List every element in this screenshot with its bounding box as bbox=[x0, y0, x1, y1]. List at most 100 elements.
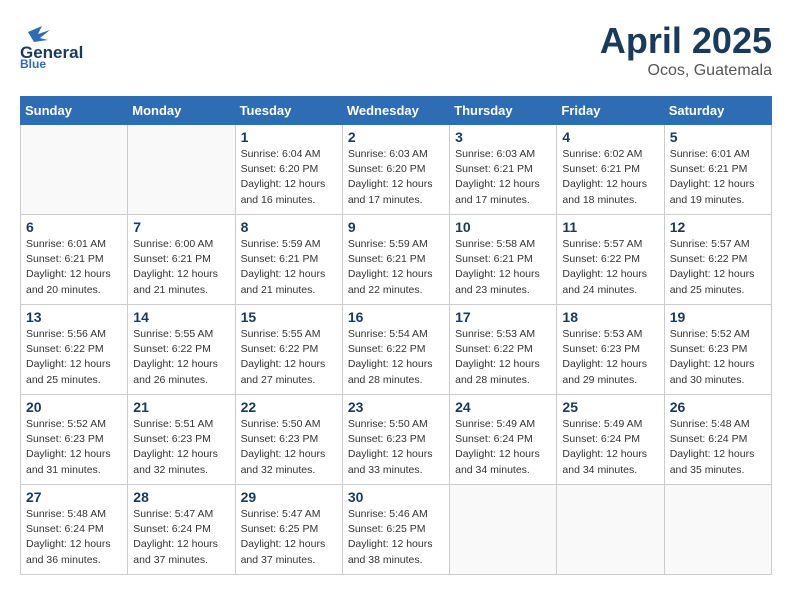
day-number: 15 bbox=[241, 309, 337, 325]
day-number: 12 bbox=[670, 219, 766, 235]
day-info: Sunrise: 5:48 AMSunset: 6:24 PMDaylight:… bbox=[670, 417, 766, 478]
calendar-cell: 24 Sunrise: 5:49 AMSunset: 6:24 PMDayligh… bbox=[450, 395, 557, 485]
day-number: 5 bbox=[670, 129, 766, 145]
title-block: April 2025 Ocos, Guatemala bbox=[600, 20, 772, 80]
day-info: Sunrise: 6:04 AMSunset: 6:20 PMDaylight:… bbox=[241, 147, 337, 208]
day-number: 21 bbox=[133, 399, 229, 415]
day-info: Sunrise: 6:03 AMSunset: 6:20 PMDaylight:… bbox=[348, 147, 444, 208]
day-info: Sunrise: 5:53 AMSunset: 6:23 PMDaylight:… bbox=[562, 327, 658, 388]
day-number: 8 bbox=[241, 219, 337, 235]
calendar-cell bbox=[664, 485, 771, 575]
calendar-cell: 23Sunrise: 5:50 AMSunset: 6:23 PMDayligh… bbox=[342, 395, 449, 485]
page-header: General Blue April 2025 Ocos, Guatemala bbox=[20, 20, 772, 80]
calendar-cell: 16Sunrise: 5:54 AMSunset: 6:22 PMDayligh… bbox=[342, 305, 449, 395]
day-number: 17 bbox=[455, 309, 551, 325]
day-number: 7 bbox=[133, 219, 229, 235]
day-number: 26 bbox=[670, 399, 766, 415]
calendar-header-thursday: Thursday bbox=[450, 97, 557, 125]
calendar-cell: 25 Sunrise: 5:49 AMSunset: 6:24 PMDayligh… bbox=[557, 395, 664, 485]
logo: General Blue bbox=[20, 20, 130, 73]
month-title: April 2025 bbox=[600, 20, 772, 62]
calendar-cell: 27 Sunrise: 5:48 AMSunset: 6:24 PMDayligh… bbox=[21, 485, 128, 575]
day-info: Sunrise: 5:53 AMSunset: 6:22 PMDaylight:… bbox=[455, 327, 551, 388]
calendar-cell: 7 Sunrise: 6:00 AMSunset: 6:21 PMDaylight… bbox=[128, 215, 235, 305]
calendar-cell bbox=[450, 485, 557, 575]
day-number: 16 bbox=[348, 309, 444, 325]
day-info: Sunrise: 6:01 AMSunset: 6:21 PMDaylight:… bbox=[670, 147, 766, 208]
logo-general-text: General Blue bbox=[20, 20, 130, 73]
day-info: Sunrise: 5:57 AMSunset: 6:22 PMDaylight:… bbox=[670, 237, 766, 298]
day-number: 2 bbox=[348, 129, 444, 145]
day-info: Sunrise: 5:49 AMSunset: 6:24 PMDaylight:… bbox=[562, 417, 658, 478]
day-info: Sunrise: 5:49 AMSunset: 6:24 PMDaylight:… bbox=[455, 417, 551, 478]
calendar-week-2: 6 Sunrise: 6:01 AMSunset: 6:21 PMDaylight… bbox=[21, 215, 772, 305]
calendar-cell: 6 Sunrise: 6:01 AMSunset: 6:21 PMDaylight… bbox=[21, 215, 128, 305]
day-number: 22 bbox=[241, 399, 337, 415]
day-number: 4 bbox=[562, 129, 658, 145]
svg-text:Blue: Blue bbox=[20, 57, 46, 68]
calendar-header-row: SundayMondayTuesdayWednesdayThursdayFrid… bbox=[21, 97, 772, 125]
day-info: Sunrise: 5:58 AMSunset: 6:21 PMDaylight:… bbox=[455, 237, 551, 298]
calendar-cell: 12 Sunrise: 5:57 AMSunset: 6:22 PMDayligh… bbox=[664, 215, 771, 305]
day-number: 23 bbox=[348, 399, 444, 415]
day-info: Sunrise: 5:56 AMSunset: 6:22 PMDaylight:… bbox=[26, 327, 122, 388]
day-number: 13 bbox=[26, 309, 122, 325]
calendar-cell: 21Sunrise: 5:51 AMSunset: 6:23 PMDayligh… bbox=[128, 395, 235, 485]
day-info: Sunrise: 6:01 AMSunset: 6:21 PMDaylight:… bbox=[26, 237, 122, 298]
day-number: 28 bbox=[133, 489, 229, 505]
day-info: Sunrise: 5:50 AMSunset: 6:23 PMDaylight:… bbox=[241, 417, 337, 478]
day-number: 1 bbox=[241, 129, 337, 145]
location: Ocos, Guatemala bbox=[600, 62, 772, 80]
day-number: 14 bbox=[133, 309, 229, 325]
day-info: Sunrise: 5:46 AMSunset: 6:25 PMDaylight:… bbox=[348, 507, 444, 568]
day-info: Sunrise: 5:47 AMSunset: 6:25 PMDaylight:… bbox=[241, 507, 337, 568]
calendar-cell: 22 Sunrise: 5:50 AMSunset: 6:23 PMDayligh… bbox=[235, 395, 342, 485]
calendar-week-4: 20Sunrise: 5:52 AMSunset: 6:23 PMDayligh… bbox=[21, 395, 772, 485]
calendar-cell bbox=[128, 125, 235, 215]
calendar-header-wednesday: Wednesday bbox=[342, 97, 449, 125]
day-number: 30 bbox=[348, 489, 444, 505]
calendar-cell: 1 Sunrise: 6:04 AMSunset: 6:20 PMDaylight… bbox=[235, 125, 342, 215]
calendar-header-tuesday: Tuesday bbox=[235, 97, 342, 125]
day-number: 20 bbox=[26, 399, 122, 415]
calendar-table: SundayMondayTuesdayWednesdayThursdayFrid… bbox=[20, 96, 772, 575]
day-info: Sunrise: 5:55 AMSunset: 6:22 PMDaylight:… bbox=[133, 327, 229, 388]
calendar-cell: 17 Sunrise: 5:53 AMSunset: 6:22 PMDayligh… bbox=[450, 305, 557, 395]
day-info: Sunrise: 6:00 AMSunset: 6:21 PMDaylight:… bbox=[133, 237, 229, 298]
calendar-cell: 14 Sunrise: 5:55 AMSunset: 6:22 PMDayligh… bbox=[128, 305, 235, 395]
day-number: 24 bbox=[455, 399, 551, 415]
calendar-cell: 13 Sunrise: 5:56 AMSunset: 6:22 PMDayligh… bbox=[21, 305, 128, 395]
calendar-cell: 9 Sunrise: 5:59 AMSunset: 6:21 PMDaylight… bbox=[342, 215, 449, 305]
calendar-header-sunday: Sunday bbox=[21, 97, 128, 125]
day-number: 25 bbox=[562, 399, 658, 415]
day-info: Sunrise: 5:48 AMSunset: 6:24 PMDaylight:… bbox=[26, 507, 122, 568]
calendar-cell: 10 Sunrise: 5:58 AMSunset: 6:21 PMDayligh… bbox=[450, 215, 557, 305]
day-number: 19 bbox=[670, 309, 766, 325]
calendar-cell: 4Sunrise: 6:02 AMSunset: 6:21 PMDaylight… bbox=[557, 125, 664, 215]
calendar-body: 1 Sunrise: 6:04 AMSunset: 6:20 PMDaylight… bbox=[21, 125, 772, 575]
calendar-cell: 11 Sunrise: 5:57 AMSunset: 6:22 PMDayligh… bbox=[557, 215, 664, 305]
calendar-cell: 29 Sunrise: 5:47 AMSunset: 6:25 PMDayligh… bbox=[235, 485, 342, 575]
day-info: Sunrise: 5:59 AMSunset: 6:21 PMDaylight:… bbox=[348, 237, 444, 298]
calendar-cell: 5 Sunrise: 6:01 AMSunset: 6:21 PMDaylight… bbox=[664, 125, 771, 215]
calendar-cell: 3Sunrise: 6:03 AMSunset: 6:21 PMDaylight… bbox=[450, 125, 557, 215]
day-info: Sunrise: 5:57 AMSunset: 6:22 PMDaylight:… bbox=[562, 237, 658, 298]
day-number: 6 bbox=[26, 219, 122, 235]
day-number: 11 bbox=[562, 219, 658, 235]
calendar-cell: 30 Sunrise: 5:46 AMSunset: 6:25 PMDayligh… bbox=[342, 485, 449, 575]
day-number: 29 bbox=[241, 489, 337, 505]
calendar-cell bbox=[21, 125, 128, 215]
day-number: 10 bbox=[455, 219, 551, 235]
calendar-cell: 26 Sunrise: 5:48 AMSunset: 6:24 PMDayligh… bbox=[664, 395, 771, 485]
calendar-header-saturday: Saturday bbox=[664, 97, 771, 125]
day-info: Sunrise: 5:59 AMSunset: 6:21 PMDaylight:… bbox=[241, 237, 337, 298]
calendar-week-5: 27 Sunrise: 5:48 AMSunset: 6:24 PMDayligh… bbox=[21, 485, 772, 575]
day-number: 27 bbox=[26, 489, 122, 505]
calendar-week-1: 1 Sunrise: 6:04 AMSunset: 6:20 PMDaylight… bbox=[21, 125, 772, 215]
calendar-cell: 28 Sunrise: 5:47 AMSunset: 6:24 PMDayligh… bbox=[128, 485, 235, 575]
day-info: Sunrise: 5:52 AMSunset: 6:23 PMDaylight:… bbox=[670, 327, 766, 388]
calendar-header-friday: Friday bbox=[557, 97, 664, 125]
day-info: Sunrise: 5:47 AMSunset: 6:24 PMDaylight:… bbox=[133, 507, 229, 568]
calendar-cell: 15Sunrise: 5:55 AMSunset: 6:22 PMDayligh… bbox=[235, 305, 342, 395]
day-number: 9 bbox=[348, 219, 444, 235]
